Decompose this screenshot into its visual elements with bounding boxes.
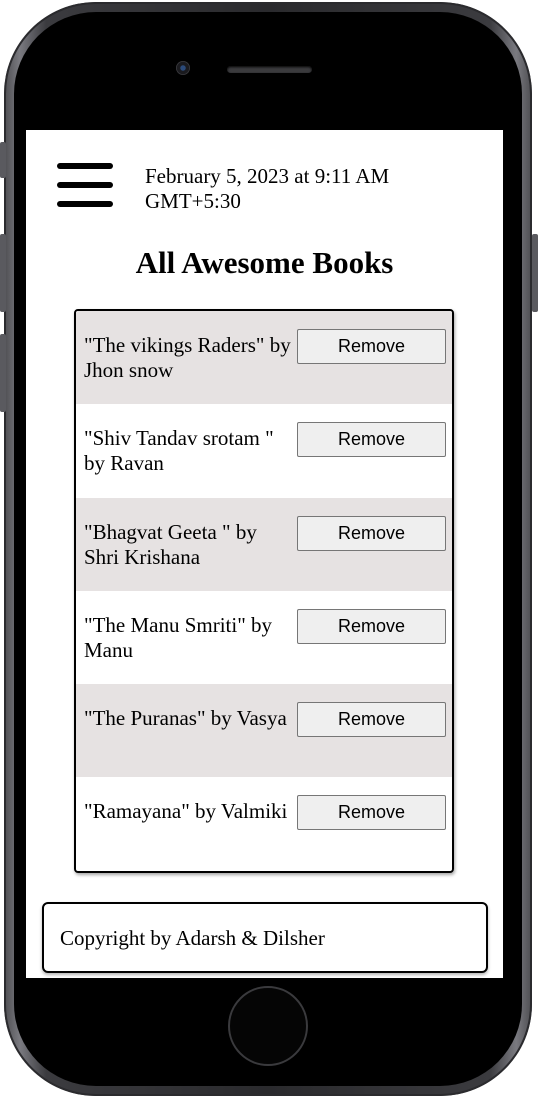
remove-button[interactable]: Remove — [297, 422, 446, 458]
menu-bar-bottom — [57, 201, 113, 207]
page-title: All Awesome Books — [135, 245, 394, 280]
book-row: "Shiv Tandav srotam " by Ravan Remove — [76, 404, 452, 497]
power-button — [532, 234, 538, 312]
hamburger-menu-icon[interactable] — [57, 163, 113, 207]
copyright-text: Copyright by Adarsh & Dilsher — [60, 926, 325, 950]
remove-button[interactable]: Remove — [297, 329, 446, 364]
book-title: "Ramayana" by Valmiki — [84, 799, 288, 824]
book-list: "The vikings Raders" by Jhon snow Remove… — [74, 309, 454, 873]
remove-button[interactable]: Remove — [297, 795, 446, 831]
book-row: "The Puranas" by Vasya Remove — [76, 684, 452, 778]
menu-bar-top — [57, 163, 113, 169]
book-title: "Bhagvat Geeta " by Shri Krishana — [84, 519, 257, 569]
mute-switch — [0, 142, 6, 178]
remove-button[interactable]: Remove — [297, 515, 446, 551]
footer: Copyright by Adarsh & Dilsher — [42, 902, 488, 973]
earpiece-speaker — [227, 66, 312, 73]
volume-up-button — [0, 234, 6, 312]
book-title: "The Puranas" by Vasya — [84, 706, 287, 731]
home-button[interactable] — [228, 986, 308, 1066]
menu-bar-middle — [57, 182, 113, 188]
remove-button[interactable]: Remove — [297, 702, 446, 738]
book-title: "Shiv Tandav srotam " by Ravan — [84, 426, 274, 476]
book-row: "Ramayana" by Valmiki Remove — [76, 777, 452, 870]
book-row: "The vikings Raders" by Jhon snow Remove — [76, 311, 452, 405]
book-title: "The vikings Raders" by Jhon snow — [84, 333, 291, 382]
current-datetime: February 5, 2023 at 9:11 AM GMT+5:30 — [145, 164, 390, 213]
book-row: "Bhagvat Geeta " by Shri Krishana Remove — [76, 497, 452, 591]
front-camera — [176, 61, 190, 75]
volume-down-button — [0, 334, 6, 412]
book-row: "The Manu Smriti" by Manu Remove — [76, 591, 452, 684]
book-title: "The Manu Smriti" by Manu — [84, 612, 273, 662]
screen: February 5, 2023 at 9:11 AM GMT+5:30 All… — [26, 130, 503, 978]
remove-button[interactable]: Remove — [297, 608, 446, 644]
header: February 5, 2023 at 9:11 AM GMT+5:30 — [26, 130, 503, 230]
